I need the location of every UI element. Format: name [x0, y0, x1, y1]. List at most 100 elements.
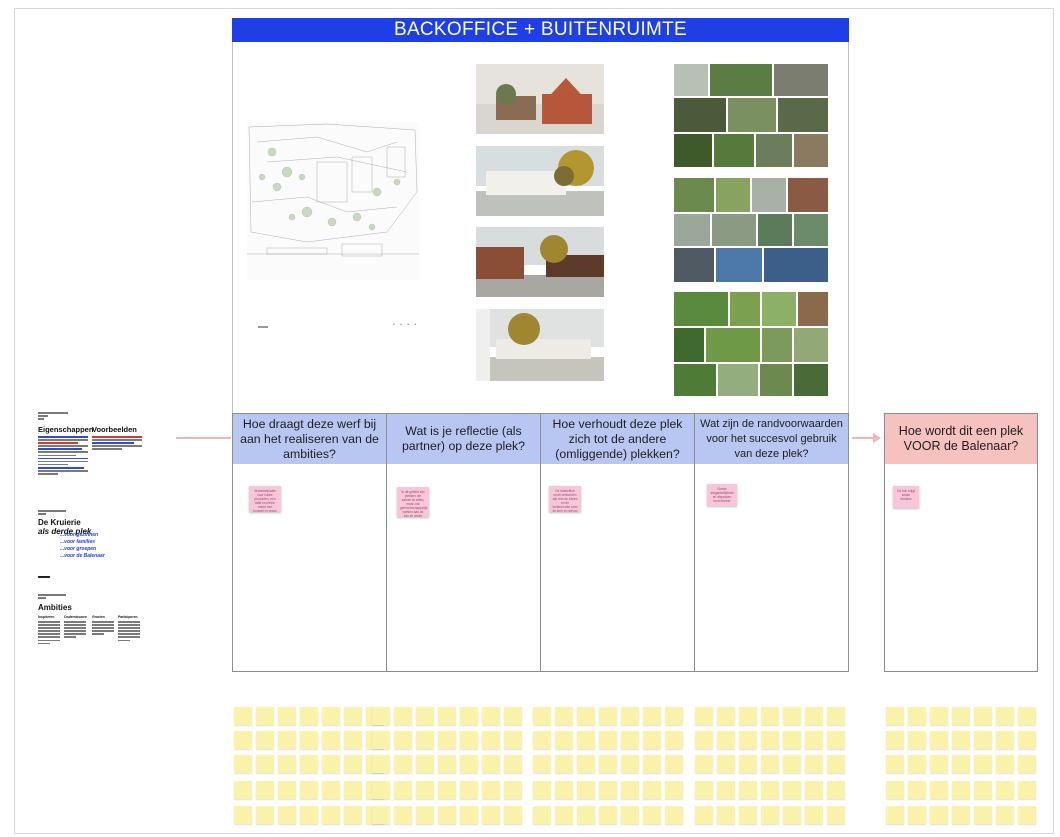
blank-sticky-note[interactable]	[1018, 806, 1036, 824]
blank-sticky-note[interactable]	[621, 707, 639, 725]
blank-sticky-note[interactable]	[952, 755, 970, 773]
render-image-3[interactable]	[476, 227, 604, 297]
blank-sticky-note[interactable]	[438, 755, 456, 773]
blank-sticky-note[interactable]	[827, 755, 845, 773]
blank-sticky-note[interactable]	[482, 781, 500, 799]
blank-sticky-note[interactable]	[665, 781, 683, 799]
blank-sticky-note[interactable]	[372, 755, 390, 773]
blank-sticky-note[interactable]	[372, 781, 390, 799]
blank-sticky-note[interactable]	[695, 781, 713, 799]
blank-sticky-note[interactable]	[930, 755, 948, 773]
blank-sticky-note[interactable]	[783, 731, 801, 749]
sticky-note-col2[interactable]: In dit gebied zijn plekken om samen te z…	[397, 487, 429, 517]
blank-sticky-note[interactable]	[930, 731, 948, 749]
blank-sticky-note[interactable]	[504, 781, 522, 799]
blank-sticky-note[interactable]	[717, 731, 735, 749]
blank-sticky-note[interactable]	[460, 731, 478, 749]
render-image-4[interactable]	[476, 309, 604, 381]
photo-collage-3[interactable]	[674, 292, 828, 396]
blank-sticky-note[interactable]	[460, 806, 478, 824]
blank-sticky-note[interactable]	[577, 755, 595, 773]
blank-sticky-note[interactable]	[827, 781, 845, 799]
blank-sticky-note[interactable]	[599, 806, 617, 824]
blank-sticky-note[interactable]	[504, 731, 522, 749]
blank-sticky-note[interactable]	[908, 731, 926, 749]
blank-sticky-note[interactable]	[805, 806, 823, 824]
blank-sticky-note[interactable]	[322, 755, 340, 773]
blank-sticky-note[interactable]	[643, 781, 661, 799]
blank-sticky-note[interactable]	[344, 781, 362, 799]
blank-sticky-note[interactable]	[256, 755, 274, 773]
blank-sticky-note[interactable]	[460, 755, 478, 773]
blank-sticky-note[interactable]	[886, 755, 904, 773]
blank-sticky-note[interactable]	[322, 781, 340, 799]
blank-sticky-note[interactable]	[621, 755, 639, 773]
blank-sticky-note[interactable]	[394, 806, 412, 824]
blank-sticky-note[interactable]	[996, 755, 1014, 773]
blank-sticky-note[interactable]	[805, 755, 823, 773]
blank-sticky-note[interactable]	[599, 755, 617, 773]
sticky-note-col1[interactable]: Verzamelplaats voor lokale producten, ee…	[249, 486, 281, 512]
blank-sticky-note[interactable]	[577, 781, 595, 799]
blank-sticky-note[interactable]	[322, 707, 340, 725]
blank-sticky-note[interactable]	[504, 755, 522, 773]
blank-sticky-note[interactable]	[952, 707, 970, 725]
blank-sticky-note[interactable]	[278, 806, 296, 824]
blank-sticky-note[interactable]	[739, 707, 757, 725]
blank-sticky-note[interactable]	[643, 755, 661, 773]
blank-sticky-note[interactable]	[300, 707, 318, 725]
blank-sticky-note[interactable]	[665, 707, 683, 725]
blank-sticky-note[interactable]	[234, 731, 252, 749]
blank-sticky-note[interactable]	[695, 731, 713, 749]
blank-sticky-note[interactable]	[805, 707, 823, 725]
column-header-1[interactable]: Hoe draagt deze werf bij aan het realise…	[232, 413, 387, 465]
blank-sticky-note[interactable]	[1018, 755, 1036, 773]
blank-sticky-note[interactable]	[930, 707, 948, 725]
blank-sticky-note[interactable]	[555, 806, 573, 824]
blank-sticky-note[interactable]	[234, 781, 252, 799]
blank-sticky-note[interactable]	[344, 806, 362, 824]
blank-sticky-note[interactable]	[555, 781, 573, 799]
blank-sticky-note[interactable]	[256, 731, 274, 749]
blank-sticky-note[interactable]	[621, 781, 639, 799]
blank-sticky-note[interactable]	[695, 707, 713, 725]
blank-sticky-note[interactable]	[621, 731, 639, 749]
blank-sticky-note[interactable]	[577, 731, 595, 749]
blank-sticky-note[interactable]	[322, 731, 340, 749]
blank-sticky-note[interactable]	[665, 755, 683, 773]
blank-sticky-note[interactable]	[886, 806, 904, 824]
blank-sticky-note[interactable]	[300, 755, 318, 773]
sticky-note-col3[interactable]: De backoffice moet verbonden zijn met de…	[549, 486, 581, 512]
column-header-4[interactable]: Wat zijn de randvoorwaarden voor het suc…	[694, 413, 849, 465]
site-plan-image[interactable]	[247, 122, 419, 280]
blank-sticky-note[interactable]	[599, 781, 617, 799]
blank-sticky-note[interactable]	[974, 781, 992, 799]
blank-sticky-note[interactable]	[1018, 781, 1036, 799]
blank-sticky-note[interactable]	[234, 755, 252, 773]
blank-sticky-note[interactable]	[643, 731, 661, 749]
blank-sticky-note[interactable]	[300, 781, 318, 799]
blank-sticky-note[interactable]	[886, 731, 904, 749]
blank-sticky-note[interactable]	[717, 781, 735, 799]
blank-sticky-note[interactable]	[827, 806, 845, 824]
blank-sticky-note[interactable]	[695, 755, 713, 773]
blank-sticky-note[interactable]	[394, 755, 412, 773]
blank-sticky-note[interactable]	[996, 707, 1014, 725]
blank-sticky-note[interactable]	[533, 806, 551, 824]
blank-sticky-note[interactable]	[555, 707, 573, 725]
blank-sticky-note[interactable]	[504, 707, 522, 725]
blank-sticky-note[interactable]	[908, 707, 926, 725]
blank-sticky-note[interactable]	[783, 781, 801, 799]
blank-sticky-note[interactable]	[438, 707, 456, 725]
blank-sticky-note[interactable]	[533, 755, 551, 773]
blank-sticky-note[interactable]	[533, 707, 551, 725]
blank-sticky-note[interactable]	[717, 707, 735, 725]
blank-sticky-note[interactable]	[416, 755, 434, 773]
blank-sticky-note[interactable]	[996, 731, 1014, 749]
blank-sticky-note[interactable]	[739, 731, 757, 749]
blank-sticky-note[interactable]	[996, 781, 1014, 799]
blank-sticky-note[interactable]	[952, 781, 970, 799]
blank-sticky-note[interactable]	[827, 731, 845, 749]
blank-sticky-note[interactable]	[300, 731, 318, 749]
photo-collage-1[interactable]	[674, 64, 828, 167]
